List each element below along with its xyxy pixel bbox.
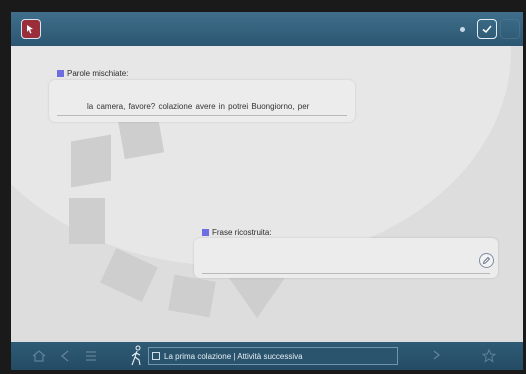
help-button[interactable] xyxy=(500,19,520,39)
next-button[interactable] xyxy=(429,348,443,362)
watermark-shape xyxy=(71,134,111,188)
status-dot-icon xyxy=(460,27,465,32)
words-underline xyxy=(57,115,347,116)
menu-button[interactable] xyxy=(83,348,99,364)
top-bar xyxy=(11,12,523,47)
home-icon xyxy=(32,350,46,362)
answer-label: Frase ricostruita: xyxy=(202,228,272,237)
label-marker-icon xyxy=(57,70,64,77)
menu-icon xyxy=(86,351,96,361)
answer-box[interactable] xyxy=(194,238,498,278)
watermark-arrow xyxy=(229,278,285,318)
walker-icon[interactable] xyxy=(128,345,146,367)
watermark-shape xyxy=(168,274,216,318)
shuffled-words-box: la camera, favore? colazione avere in po… xyxy=(49,80,355,122)
bottom-bar: La prima colazione | Attività successiva xyxy=(11,342,523,370)
label-marker-icon xyxy=(202,229,209,236)
star-icon xyxy=(481,348,497,363)
next-icon xyxy=(433,350,441,360)
answer-underline xyxy=(202,273,490,274)
words-label-text: Parole mischiate: xyxy=(67,69,129,78)
checkmark-icon xyxy=(482,25,492,34)
app-logo-icon[interactable] xyxy=(21,19,41,39)
breadcrumb[interactable]: La prima colazione | Attività successiva xyxy=(148,347,398,365)
home-button[interactable] xyxy=(31,348,47,364)
check-button[interactable] xyxy=(477,19,497,39)
star-button[interactable] xyxy=(481,348,497,364)
back-button[interactable] xyxy=(57,348,73,364)
watermark-shape xyxy=(69,198,105,244)
breadcrumb-text: La prima colazione | Attività successiva xyxy=(164,351,303,361)
answer-label-text: Frase ricostruita: xyxy=(212,228,272,237)
breadcrumb-checkbox-icon[interactable] xyxy=(152,352,160,360)
back-icon xyxy=(60,350,69,362)
shuffled-words[interactable]: la camera, favore? colazione avere in po… xyxy=(87,102,309,111)
pencil-icon xyxy=(482,256,491,265)
exercise-workspace: Parole mischiate: la camera, favore? col… xyxy=(11,46,523,342)
words-label: Parole mischiate: xyxy=(57,69,128,78)
edit-button[interactable] xyxy=(479,253,494,268)
